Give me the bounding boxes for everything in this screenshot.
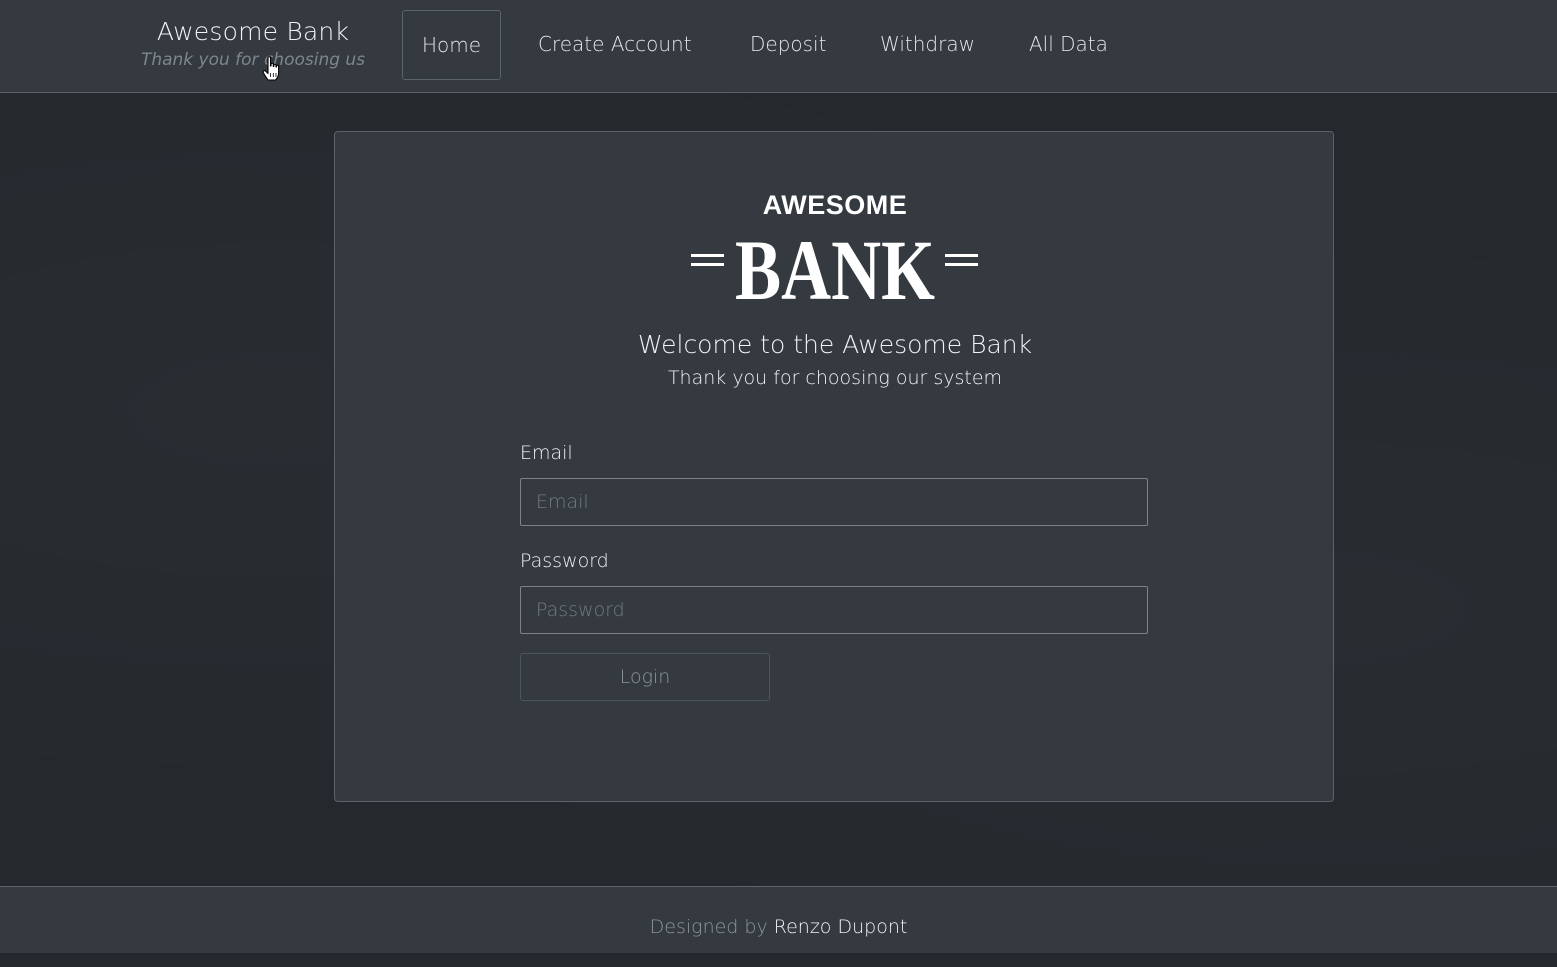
password-label: Password (520, 550, 609, 572)
brand-subtitle: Thank you for choosing us (140, 50, 366, 70)
footer: Designed by Renzo Dupont (0, 886, 1557, 953)
nav-item-home[interactable]: Home (402, 10, 502, 80)
footer-author-link[interactable]: Renzo Dupont (774, 916, 908, 938)
nav-item-deposit[interactable]: Deposit (750, 10, 826, 80)
footer-prefix: Designed by (649, 916, 774, 938)
top-navbar: Awesome Bank Thank you for choosing us H… (0, 0, 1557, 93)
welcome-subtitle: Thank you for choosing our system (667, 367, 1003, 389)
svg-text:BANK: BANK (735, 222, 935, 307)
brand[interactable]: Awesome Bank Thank you for choosing us (140, 16, 366, 72)
welcome-title: Welcome to the Awesome Bank (637, 330, 1033, 359)
brand-title[interactable]: Awesome Bank (140, 16, 366, 48)
nav-item-all-data[interactable]: All Data (1029, 10, 1108, 80)
svg-text:AWESOME: AWESOME (763, 190, 908, 220)
password-field[interactable] (520, 586, 1148, 634)
awesome-bank-logo: AWESOME BANK (691, 190, 978, 307)
email-field[interactable] (520, 478, 1148, 526)
email-label: Email (520, 442, 573, 464)
login-button[interactable]: Login (520, 653, 770, 701)
login-card: AWESOME BANK Welcome to the Awesome Bank… (334, 131, 1334, 802)
nav-item-create-account[interactable]: Create Account (538, 10, 692, 80)
nav-item-withdraw[interactable]: Withdraw (880, 10, 975, 80)
